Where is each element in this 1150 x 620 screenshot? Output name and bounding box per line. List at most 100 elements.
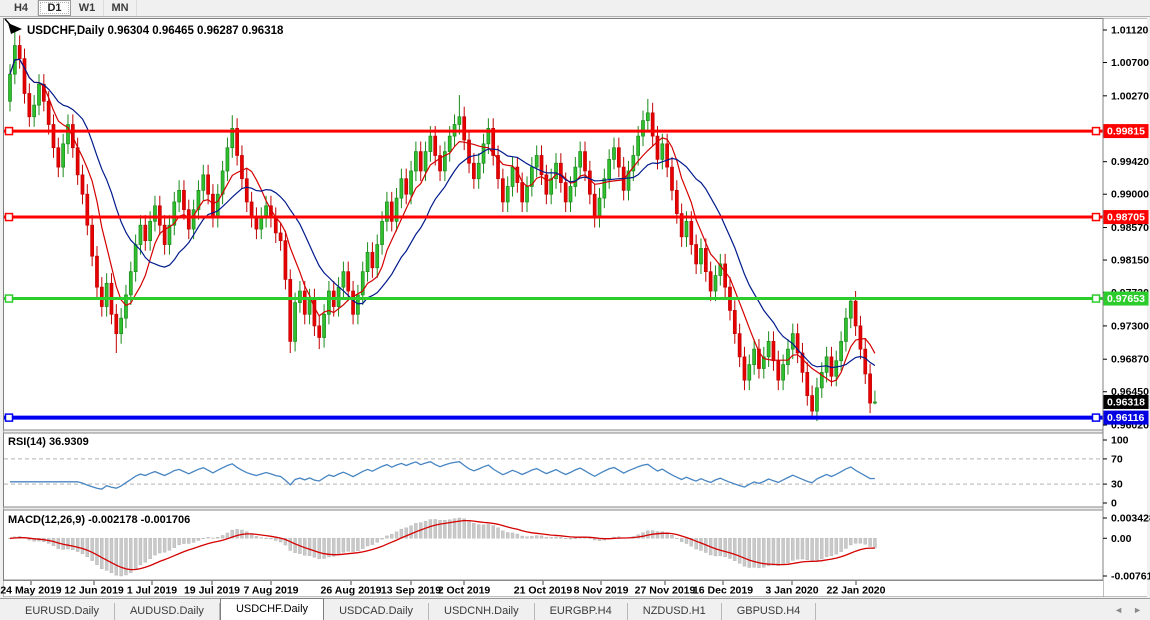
date-label: 22 Jan 2020 [827, 585, 886, 597]
macd-histogram-bar [506, 533, 509, 539]
date-label: 13 Sep 2019 [381, 585, 441, 597]
timeframe-button-w1[interactable]: W1 [71, 0, 104, 16]
macd-histogram-bar [840, 538, 843, 551]
candle-body [62, 144, 65, 167]
symbol-tab-usdcad-daily[interactable]: USDCAD.Daily [324, 603, 429, 620]
symbol-tab-usdchf-daily[interactable]: USDCHF.Daily [220, 598, 324, 620]
candle-body [786, 349, 789, 364]
tab-scroll-right-icon[interactable]: ► [1133, 605, 1142, 615]
macd-histogram-bar [830, 538, 833, 556]
tab-scroll-left-icon[interactable]: ◄ [1114, 605, 1123, 615]
candle-body [18, 45, 21, 58]
candle-body [37, 84, 40, 105]
macd-histogram-bar [516, 534, 519, 538]
macd-histogram-bar [487, 524, 490, 538]
macd-histogram-bar [134, 538, 137, 569]
macd-histogram-bar [352, 538, 355, 551]
candle-body [535, 155, 538, 167]
macd-histogram-bar [521, 536, 524, 538]
chart-window[interactable]: 1.011201.007001.002700.994200.990000.985… [0, 17, 1150, 598]
date-label: 12 Jun 2019 [64, 585, 124, 597]
date-label: 8 Nov 2019 [574, 585, 629, 597]
macd-histogram-bar [588, 538, 591, 539]
macd-histogram-bar [187, 538, 190, 543]
macd-histogram-bar [859, 538, 862, 543]
macd-histogram-bar [670, 535, 673, 538]
macd-histogram-bar [144, 538, 147, 562]
macd-histogram-bar [535, 536, 538, 539]
candle-body [748, 365, 751, 380]
macd-histogram-bar [274, 538, 277, 540]
macd-histogram-bar [202, 538, 205, 539]
hline-handle[interactable] [1093, 295, 1100, 302]
rsi-axis-label: 100 [1111, 435, 1129, 447]
hline-handle[interactable] [6, 414, 13, 421]
hline-handle[interactable] [1093, 414, 1100, 421]
date-label: 1 Jul 2019 [127, 585, 177, 597]
price-axis-label: 1.00270 [1111, 90, 1149, 102]
rsi-axis-label: 0 [1111, 498, 1117, 510]
symbol-tab-usdcnh-daily[interactable]: USDCNH.Daily [429, 603, 535, 620]
candle-body [178, 190, 181, 202]
macd-histogram-bar [782, 538, 785, 564]
rsi-axis-label: 70 [1111, 453, 1123, 465]
timeframe-button-h4[interactable]: H4 [5, 0, 38, 16]
symbol-tab-audusd-daily[interactable]: AUDUSD.Daily [115, 603, 220, 620]
candle-body [429, 136, 432, 151]
macd-histogram-bar [545, 537, 548, 538]
hline-handle[interactable] [1093, 128, 1100, 135]
hline-handle[interactable] [6, 295, 13, 302]
price-axis-area[interactable] [1103, 19, 1147, 597]
candle-body [811, 396, 814, 411]
candle-body [308, 299, 311, 314]
candle-body [192, 210, 195, 229]
candle-body [656, 136, 659, 159]
timeframe-button-mn[interactable]: MN [104, 0, 137, 16]
candle-body [294, 303, 297, 342]
symbol-tab-gbpusd-h4[interactable]: GBPUSD.H4 [722, 603, 817, 620]
hline-handle[interactable] [1093, 214, 1100, 221]
macd-histogram-bar [294, 538, 297, 552]
candle-body [869, 374, 872, 403]
candle-body [255, 217, 258, 229]
symbol-tab-nzdusd-h1[interactable]: NZDUSD.H1 [628, 603, 722, 620]
macd-histogram-bar [820, 538, 823, 559]
tab-scroll-arrows: ◄► [1114, 605, 1142, 615]
macd-histogram-bar [497, 528, 500, 538]
macd-histogram-bar [815, 538, 818, 560]
macd-histogram-bar [66, 538, 69, 549]
price-badge: 0.99815 [1107, 126, 1145, 138]
timeframe-button-d1[interactable]: D1 [38, 0, 71, 16]
candle-body [598, 198, 601, 217]
macd-histogram-bar [864, 538, 867, 544]
macd-histogram-bar [236, 529, 239, 538]
macd-histogram-bar [801, 538, 804, 559]
candle-body [376, 245, 379, 268]
symbol-tab-eurgbp-h4[interactable]: EURGBP.H4 [535, 603, 628, 620]
candle-body [472, 163, 475, 178]
candle-body [559, 163, 562, 182]
macd-histogram-bar [192, 538, 195, 542]
candle-body [28, 94, 31, 117]
macd-histogram-bar [434, 519, 437, 538]
candle-body [873, 402, 876, 403]
macd-histogram-bar [153, 538, 156, 555]
macd-histogram-bar [395, 532, 398, 538]
candle-body [545, 175, 548, 194]
chart-title: USDCHF,Daily 0.96304 0.96465 0.96287 0.9… [27, 25, 284, 37]
candle-body [274, 217, 277, 232]
candle-body [245, 179, 248, 202]
candle-body [298, 291, 301, 303]
rsi-axis-label: 30 [1111, 479, 1123, 491]
current-price-badge: 0.96318 [1107, 396, 1145, 408]
date-label: 21 Oct 2019 [514, 585, 573, 597]
candle-body [714, 276, 717, 291]
macd-histogram-bar [767, 538, 770, 566]
candle-body [859, 326, 862, 349]
candle-body [100, 287, 103, 306]
symbol-tab-eurusd-daily[interactable]: EURUSD.Daily [10, 603, 115, 620]
price-axis-label: 0.99420 [1111, 156, 1149, 168]
candle-body [661, 144, 664, 159]
hline-handle[interactable] [6, 128, 13, 135]
hline-handle[interactable] [6, 214, 13, 221]
